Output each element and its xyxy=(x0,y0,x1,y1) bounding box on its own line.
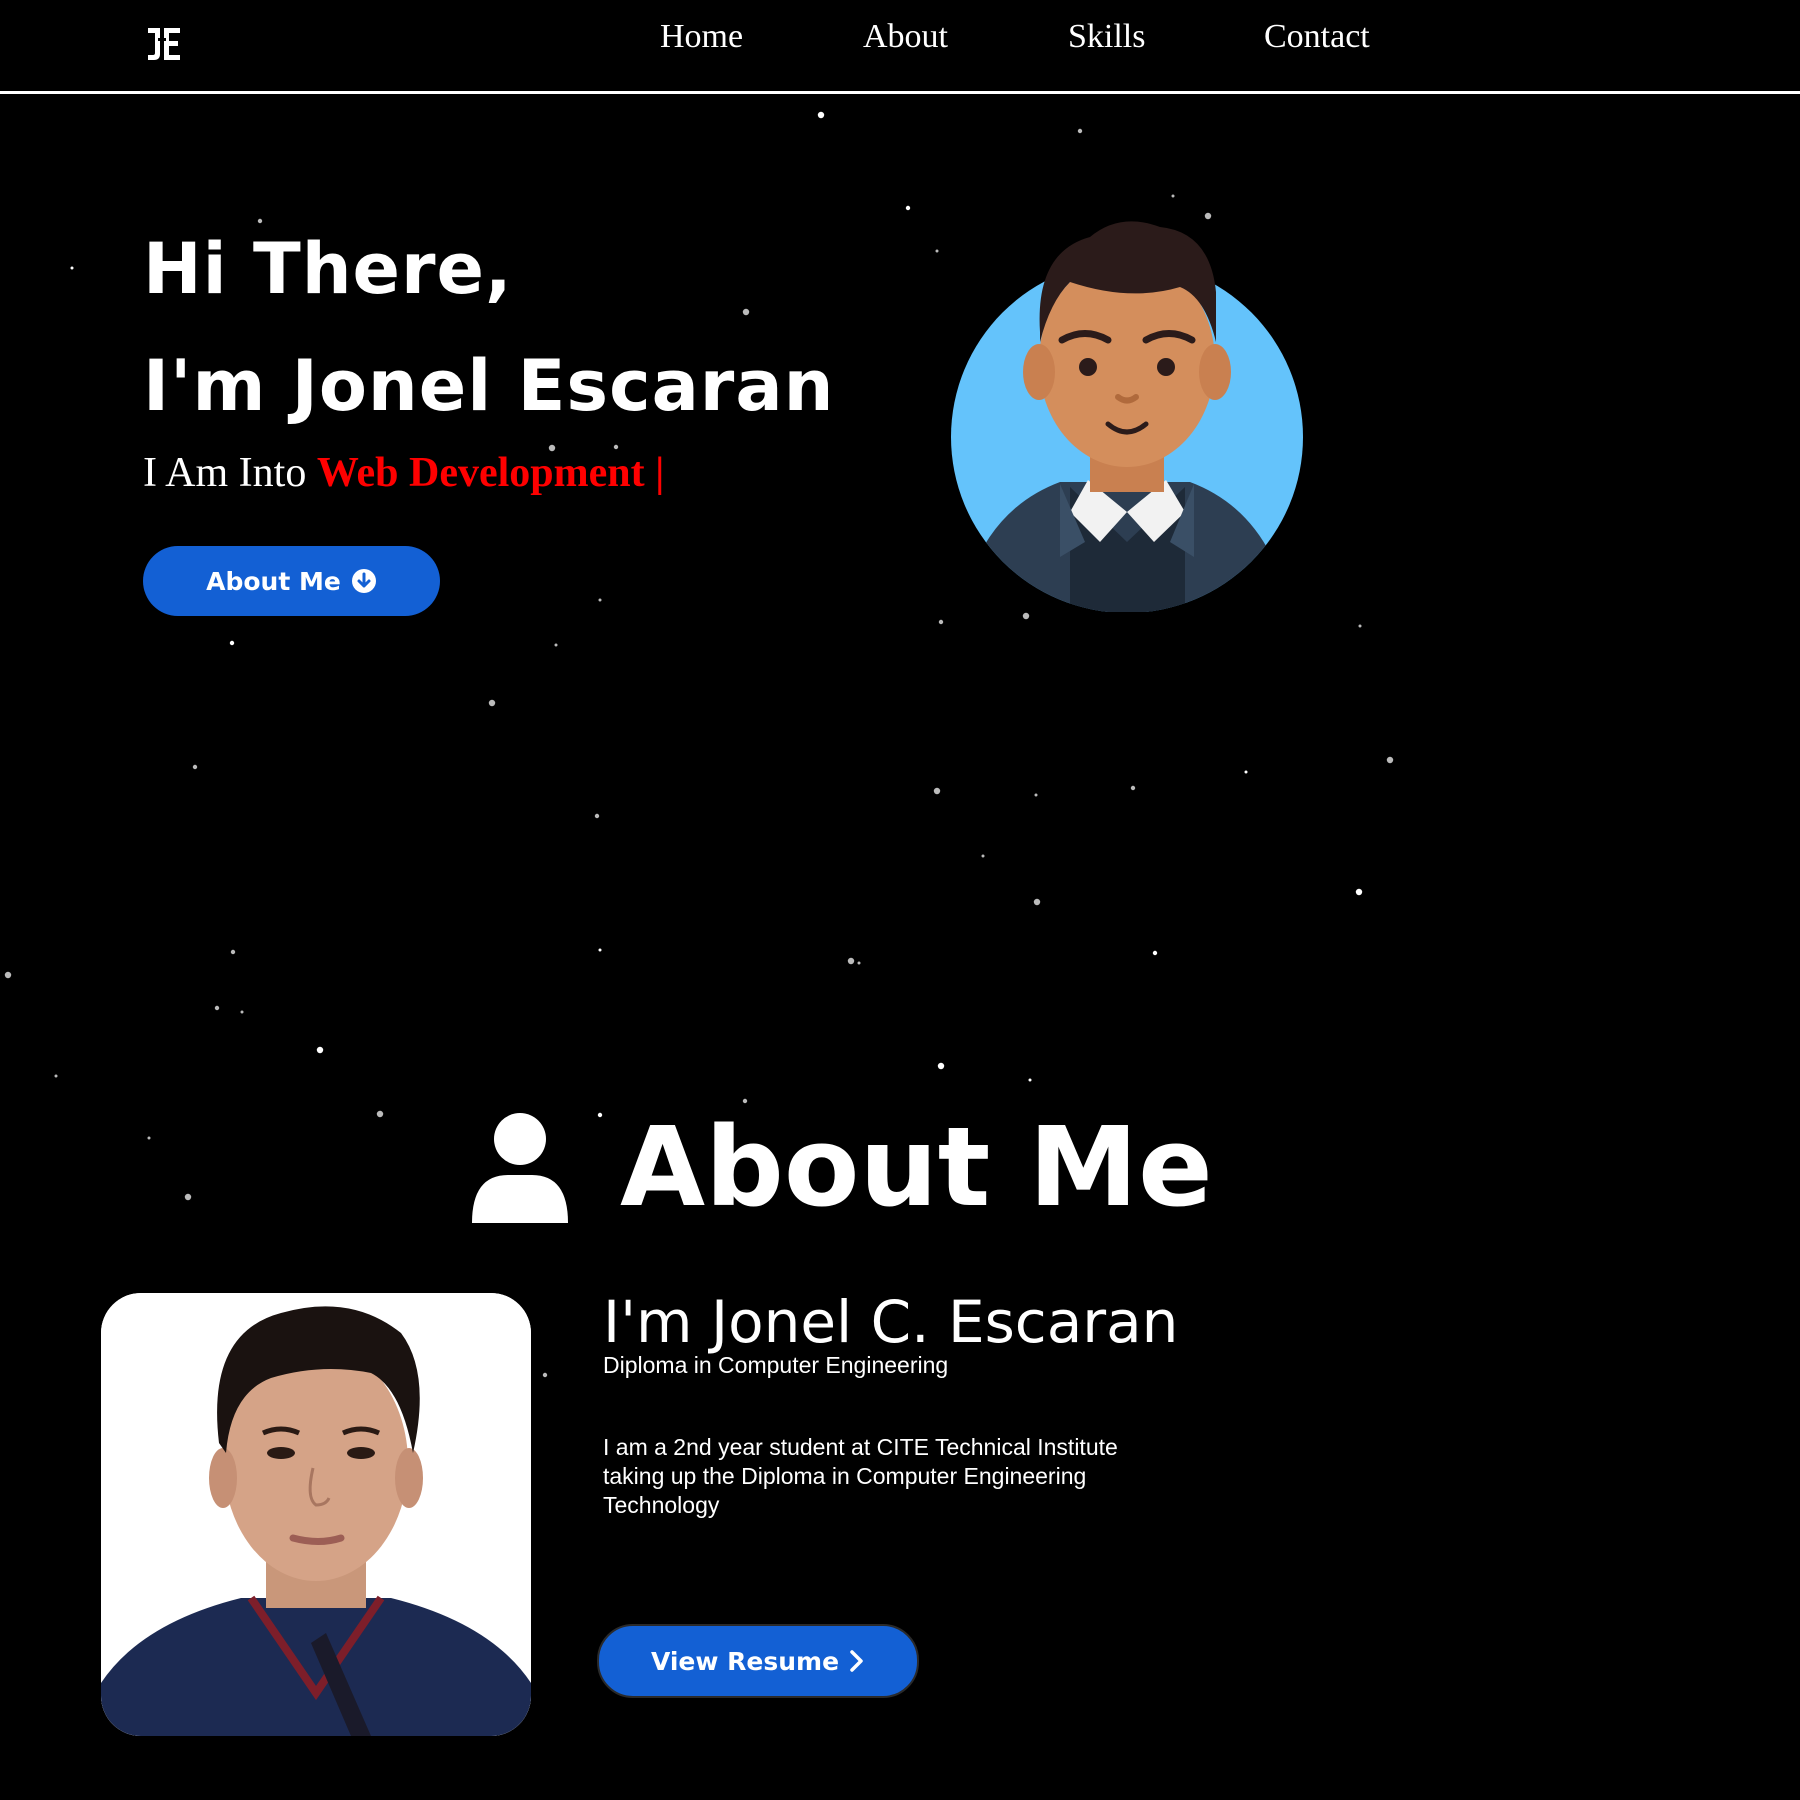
cartoon-avatar xyxy=(951,221,1303,612)
star xyxy=(214,1005,220,1011)
star xyxy=(1171,194,1175,198)
star xyxy=(847,957,855,965)
star xyxy=(817,111,825,119)
star xyxy=(70,266,74,270)
star xyxy=(54,1074,58,1078)
star xyxy=(857,961,861,965)
star xyxy=(230,949,236,955)
about-heading: About Me xyxy=(470,1102,1213,1232)
typed-text: Web Development | xyxy=(316,450,665,496)
star xyxy=(1034,793,1038,797)
about-me-button-label: About Me xyxy=(206,566,341,596)
star xyxy=(1152,950,1158,956)
about-description: I am a 2nd year student at CITE Technica… xyxy=(603,1434,1118,1518)
user-icon xyxy=(472,1113,568,1223)
star xyxy=(192,764,198,770)
star xyxy=(229,640,235,646)
hero-typed-line: I Am Into Web Development | xyxy=(143,449,664,497)
hero-name: I'm Jonel Escaran xyxy=(143,345,835,427)
star xyxy=(935,249,939,253)
star xyxy=(933,787,941,795)
nav-skills[interactable]: Skills xyxy=(1068,18,1145,56)
star xyxy=(905,205,911,211)
star xyxy=(742,308,750,316)
nav-home[interactable]: Home xyxy=(660,18,743,56)
star xyxy=(240,1010,244,1014)
nav-about[interactable]: About xyxy=(863,18,948,56)
star xyxy=(938,619,944,625)
star xyxy=(1358,624,1362,628)
star xyxy=(554,643,558,647)
star xyxy=(376,1110,384,1118)
about-degree: Diploma in Computer Engineering xyxy=(603,1352,949,1378)
star xyxy=(316,1046,324,1054)
star xyxy=(1386,756,1394,764)
nav-contact[interactable]: Contact xyxy=(1264,18,1370,56)
star xyxy=(937,1062,945,1070)
star xyxy=(542,1372,548,1378)
view-resume-button-label: View Resume xyxy=(650,1646,840,1676)
star xyxy=(1244,770,1248,774)
about-name: I'm Jonel C. Escaran xyxy=(603,1288,1179,1356)
star xyxy=(4,971,12,979)
star xyxy=(488,699,496,707)
star xyxy=(1033,898,1041,906)
view-resume-button[interactable]: View Resume xyxy=(597,1624,919,1698)
logo[interactable] xyxy=(144,24,184,64)
typed-prefix: I Am Into xyxy=(143,450,307,496)
star xyxy=(147,1136,151,1140)
star xyxy=(1355,888,1363,896)
profile-photo xyxy=(101,1293,531,1736)
star xyxy=(1028,1078,1032,1082)
star xyxy=(598,948,602,952)
profile-photo-image xyxy=(101,1293,531,1736)
star xyxy=(981,854,985,858)
arrow-circle-down-icon xyxy=(351,569,376,593)
about-heading-text: About Me xyxy=(620,1103,1213,1231)
star xyxy=(1077,128,1083,134)
star xyxy=(184,1193,192,1201)
star xyxy=(598,598,602,602)
hero-greeting: Hi There, xyxy=(143,228,513,310)
star xyxy=(257,218,263,224)
about-me-button[interactable]: About Me xyxy=(143,546,440,616)
top-navbar: Home About Skills Contact xyxy=(0,0,1800,91)
star xyxy=(1130,785,1136,791)
header-divider xyxy=(0,91,1800,94)
chevron-right-icon xyxy=(850,1650,863,1672)
star xyxy=(594,813,600,819)
star xyxy=(1022,612,1030,620)
